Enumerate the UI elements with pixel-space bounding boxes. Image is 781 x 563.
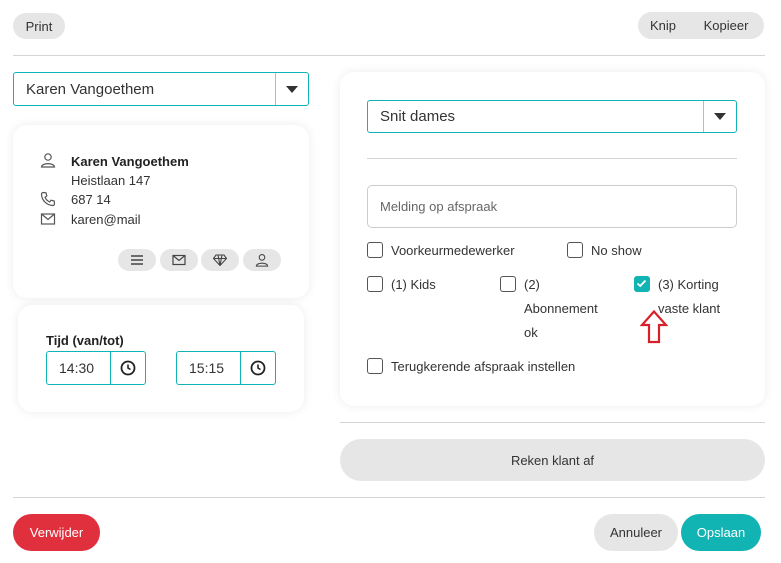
time-from-input[interactable]: 14:30 (46, 351, 146, 385)
kids-checkbox[interactable] (367, 276, 383, 292)
clock-icon[interactable] (110, 352, 145, 384)
clock-icon[interactable] (240, 352, 275, 384)
phone-icon (40, 191, 56, 207)
print-button[interactable]: Print (13, 13, 65, 39)
client-select-value: Karen Vangoethem (26, 80, 155, 98)
menu-lines-icon (131, 255, 143, 265)
client-email: karen@mail (71, 212, 141, 227)
time-card: Tijd (van/tot) 14:30 15:15 (18, 305, 304, 412)
voorkeur-checkbox[interactable] (367, 242, 383, 258)
kids-label: (1) Kids (391, 277, 436, 292)
noshow-label: No show (591, 243, 642, 258)
appointment-card: Snit dames Melding op afspraak Voorkeurm… (340, 72, 765, 406)
appointment-note-input[interactable]: Melding op afspraak (367, 185, 737, 228)
cancel-button[interactable]: Annuleer (594, 514, 678, 551)
service-select-value: Snit dames (380, 108, 456, 125)
email-button[interactable] (160, 249, 198, 271)
chevron-down-icon[interactable] (703, 101, 736, 132)
knip-button[interactable]: Knip (638, 12, 688, 39)
korting-label-line1: (3) Korting (658, 277, 719, 292)
client-name: Karen Vangoethem (71, 154, 189, 169)
noshow-checkbox[interactable] (567, 242, 583, 258)
recurring-checkbox[interactable] (367, 358, 383, 374)
abonnement-label-line3: ok (524, 325, 538, 340)
top-divider (13, 55, 765, 56)
abonnement-label-line1: (2) (524, 277, 540, 292)
time-to-value: 15:15 (189, 360, 225, 376)
bottom-divider (13, 497, 765, 498)
diamond-icon (213, 254, 227, 266)
user-icon (255, 254, 269, 267)
arrow-up-icon (640, 310, 668, 344)
client-select[interactable]: Karen Vangoethem (13, 72, 309, 106)
checkout-divider (340, 422, 765, 423)
loyalty-button[interactable] (201, 249, 239, 271)
user-icon (40, 153, 56, 168)
abonnement-label-line2: Abonnement (524, 301, 598, 316)
appointment-note-placeholder: Melding op afspraak (380, 199, 498, 214)
voorkeur-label: Voorkeurmedewerker (391, 243, 515, 258)
check-icon (636, 279, 647, 288)
notes-button[interactable] (118, 249, 156, 271)
service-select[interactable]: Snit dames (367, 100, 737, 133)
clipboard-button-group: Knip Kopieer (638, 12, 764, 39)
time-to-input[interactable]: 15:15 (176, 351, 276, 385)
chevron-down-icon[interactable] (275, 73, 308, 105)
card-divider (367, 158, 737, 159)
client-address: Heistlaan 147 (71, 173, 151, 188)
abonnement-checkbox[interactable] (500, 276, 516, 292)
save-button[interactable]: Opslaan (681, 514, 761, 551)
korting-checkbox[interactable] (634, 276, 650, 292)
profile-button[interactable] (243, 249, 281, 271)
kopieer-button[interactable]: Kopieer (688, 12, 764, 39)
client-phone: 687 14 (71, 192, 111, 207)
checkout-button[interactable]: Reken klant af (340, 439, 765, 481)
envelope-icon (172, 254, 186, 266)
time-label: Tijd (van/tot) (46, 333, 124, 348)
client-card: Karen Vangoethem Heistlaan 147 687 14 ka… (13, 125, 309, 298)
time-from-value: 14:30 (59, 360, 95, 376)
recurring-label: Terugkerende afspraak instellen (391, 359, 576, 374)
delete-button[interactable]: Verwijder (13, 514, 100, 551)
mail-icon (40, 213, 56, 225)
